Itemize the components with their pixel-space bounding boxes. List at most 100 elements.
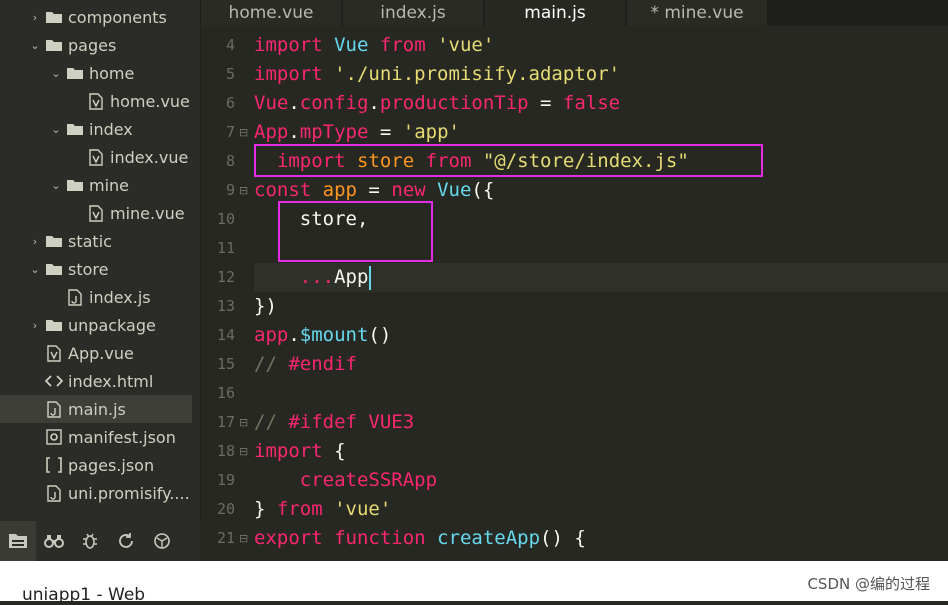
- tree-file[interactable]: mine.vue: [0, 199, 192, 227]
- fold-toggle-icon[interactable]: ⊟: [239, 408, 248, 437]
- tree-folder[interactable]: ⌄ pages: [0, 31, 192, 59]
- sidebar-toolbar: [0, 521, 200, 561]
- code-line[interactable]: App.mpType = 'app': [254, 118, 460, 147]
- code-token: Vue: [437, 179, 472, 201]
- code-line[interactable]: // #endif: [254, 350, 357, 379]
- code-token: new: [391, 179, 426, 201]
- code-line[interactable]: import Vue from 'vue': [254, 31, 494, 60]
- chevron-right-icon[interactable]: ›: [28, 319, 42, 332]
- tree-file[interactable]: uni.promisify....: [0, 479, 192, 507]
- tree-item-label: index.vue: [110, 147, 189, 167]
- code-token: false: [562, 92, 621, 114]
- code-token: Vue: [334, 34, 369, 56]
- chevron-down-icon[interactable]: ⌄: [28, 39, 42, 52]
- code-token: export: [254, 527, 323, 549]
- code-line[interactable]: Vue.config.productionTip = false: [254, 89, 620, 118]
- editor-tab-bar: home.vue index.js main.js * mine.vue: [201, 0, 948, 26]
- tree-folder[interactable]: ⌄ store: [0, 255, 192, 283]
- code-token: createSSRApp: [299, 469, 438, 491]
- chevron-down-icon[interactable]: ⌄: [49, 123, 63, 136]
- code-token: const: [254, 179, 312, 201]
- code-token: =: [368, 121, 403, 143]
- bug-icon[interactable]: [72, 521, 108, 561]
- tree-file[interactable]: main.js: [0, 395, 192, 423]
- code-line[interactable]: import './uni.promisify.adaptor': [254, 60, 620, 89]
- editor-tab[interactable]: index.js: [343, 0, 483, 26]
- folder-icon: [42, 262, 66, 276]
- source-control-icon[interactable]: [108, 521, 144, 561]
- code-line[interactable]: // #ifdef VUE3: [254, 408, 414, 437]
- extensions-icon[interactable]: [144, 521, 180, 561]
- tree-file[interactable]: index.js: [0, 283, 192, 311]
- code-line[interactable]: ...App: [254, 263, 372, 292]
- code-editor[interactable]: 4 import Vue from 'vue' 5 import './uni.pro…: [201, 30, 948, 561]
- editor-tab-label: home.vue: [228, 3, 314, 23]
- chevron-down-icon[interactable]: ⌄: [49, 67, 63, 80]
- tree-folder[interactable]: › components: [0, 3, 192, 31]
- tree-file[interactable]: App.vue: [0, 339, 192, 367]
- code-token: function: [334, 527, 426, 549]
- binoculars-icon[interactable]: [36, 521, 72, 561]
- tree-folder[interactable]: ⌄ mine: [0, 171, 192, 199]
- tree-file[interactable]: index.html: [0, 367, 192, 395]
- highlight-box-import-store: [254, 144, 763, 177]
- code-token: .: [288, 121, 300, 143]
- editor-tab[interactable]: * mine.vue: [627, 0, 767, 26]
- line-number: 7: [225, 123, 235, 141]
- editor-tab[interactable]: main.js: [485, 0, 625, 26]
- code-line[interactable]: createSSRApp: [254, 466, 437, 495]
- code-token: .: [288, 92, 300, 114]
- folder-icon: [42, 318, 66, 332]
- chevron-right-icon[interactable]: ›: [28, 11, 42, 24]
- chevron-right-icon[interactable]: ›: [28, 235, 42, 248]
- fold-toggle-icon[interactable]: ⊟: [239, 524, 248, 553]
- code-token: //: [254, 411, 289, 433]
- editor-tab[interactable]: home.vue: [201, 0, 341, 26]
- tree-file[interactable]: index.vue: [0, 143, 192, 171]
- tree-folder[interactable]: ⌄ home: [0, 59, 192, 87]
- folder-icon: [42, 10, 66, 24]
- tree-folder[interactable]: › static: [0, 227, 192, 255]
- js-file-icon: [42, 484, 66, 502]
- code-token: {: [322, 440, 346, 462]
- code-token: './uni.promisify.adaptor': [334, 63, 621, 85]
- folder-icon: [42, 38, 66, 52]
- tree-item-label: uni.promisify....: [68, 483, 190, 503]
- chevron-down-icon[interactable]: ⌄: [49, 179, 63, 192]
- fold-toggle-icon[interactable]: ⊟: [239, 118, 248, 147]
- code-token: import: [254, 440, 323, 462]
- chevron-down-icon[interactable]: ⌄: [28, 263, 42, 276]
- code-token: #ifdef: [288, 411, 357, 433]
- tree-folder[interactable]: ⌄ index: [0, 115, 192, 143]
- line-number: 12: [216, 268, 235, 286]
- tree-item-label: index: [89, 119, 133, 139]
- fold-toggle-icon[interactable]: ⊟: [239, 176, 248, 205]
- code-token: $mount: [299, 324, 369, 346]
- line-number: 4: [225, 36, 235, 54]
- explorer-icon[interactable]: [0, 521, 36, 561]
- tree-item-label: store: [68, 259, 109, 279]
- code-line[interactable]: import {: [254, 437, 346, 466]
- code-line[interactable]: app.$mount(): [254, 321, 391, 350]
- code-line[interactable]: } from 'vue': [254, 495, 391, 524]
- tree-file[interactable]: pages.json: [0, 451, 192, 479]
- line-number: 16: [216, 384, 235, 402]
- code-token: 'vue': [437, 34, 495, 56]
- code-token: from: [379, 34, 426, 56]
- tree-folder[interactable]: › unpackage: [0, 311, 192, 339]
- highlight-box-store-option: [278, 201, 433, 262]
- code-line[interactable]: }): [254, 292, 277, 321]
- code-token: #endif: [288, 353, 357, 375]
- code-line[interactable]: export function createApp() {: [254, 524, 586, 553]
- fold-toggle-icon[interactable]: ⊟: [239, 437, 248, 466]
- vue-file-icon: [84, 204, 108, 222]
- editor-tab-label: index.js: [380, 3, 446, 23]
- tree-file[interactable]: home.vue: [0, 87, 192, 115]
- code-token: () {: [540, 527, 586, 549]
- js-file-icon: [42, 400, 66, 418]
- tree-file[interactable]: manifest.json: [0, 423, 192, 451]
- js-file-icon: [63, 288, 87, 306]
